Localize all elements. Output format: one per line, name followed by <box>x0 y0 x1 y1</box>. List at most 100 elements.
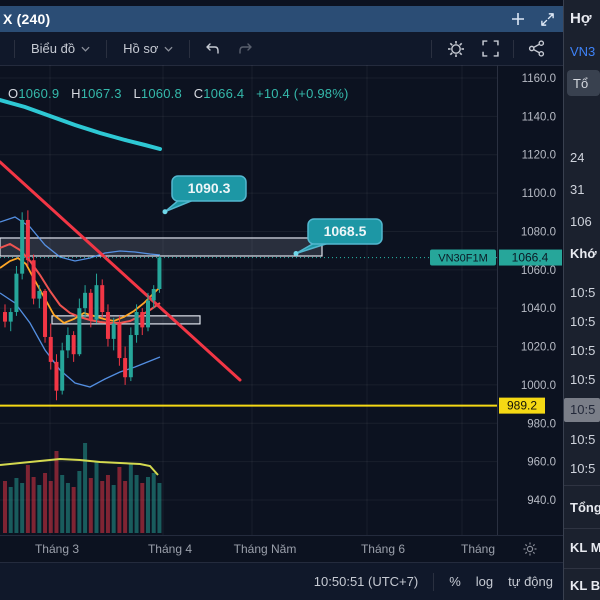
order-panel: Hợ VN3 Tổ 24 31 106 Khớ 10:5 10:5 10:5 1… <box>563 0 600 600</box>
menu-chart[interactable]: Biểu đồ <box>21 36 100 61</box>
candle-body <box>43 290 48 337</box>
panel-divider <box>564 485 600 486</box>
volume-bar <box>83 443 88 533</box>
candle-body <box>111 323 116 339</box>
plus-icon[interactable] <box>510 11 526 27</box>
auto-scale-button[interactable]: tự động <box>508 574 553 589</box>
menu-profile[interactable]: Hồ sơ <box>113 36 183 61</box>
volume-bar <box>65 483 70 533</box>
candle-body <box>128 335 133 378</box>
stat-value: 106 <box>570 214 592 229</box>
volume-bar <box>3 481 7 533</box>
clock-display[interactable]: 10:50:51 (UTC+7) <box>314 574 418 589</box>
candle-body <box>60 350 65 391</box>
fullscreen-icon[interactable] <box>474 36 507 61</box>
candle-body <box>14 273 19 313</box>
candle-body <box>117 323 122 359</box>
change-value: +10.4 (+0.98%) <box>256 86 349 101</box>
expand-icon[interactable] <box>540 12 555 27</box>
gear-icon[interactable] <box>438 35 474 63</box>
price-tick-label: 1080.0 <box>521 226 556 238</box>
candle-body <box>157 257 162 289</box>
volume-bar <box>14 478 19 533</box>
month-tick-label: Tháng <box>460 542 496 556</box>
chart-title: X (240) <box>3 11 51 27</box>
close-value: 1066.4 <box>203 86 245 101</box>
candle-body <box>8 312 13 322</box>
volume-bar <box>43 473 48 533</box>
candle-body <box>25 219 30 261</box>
high-label: H <box>71 86 81 101</box>
trade-time-row[interactable]: 10:5 <box>564 310 600 334</box>
candle-body <box>48 336 53 362</box>
candle-body <box>3 312 7 322</box>
percent-scale-button[interactable]: % <box>449 574 461 589</box>
candle-body <box>83 292 88 309</box>
volume-bar <box>20 483 25 533</box>
volume-bar <box>77 471 82 533</box>
chart-footer-bar: 10:50:51 (UTC+7) % log tự động <box>0 562 563 600</box>
volume-bar <box>54 451 59 533</box>
volume-bar <box>146 477 150 533</box>
volume-bar <box>25 465 30 533</box>
candle-body <box>77 308 82 355</box>
undo-icon[interactable] <box>196 38 229 60</box>
candle-body <box>31 260 36 299</box>
candle-body <box>123 358 128 378</box>
price-callout[interactable]: 1090.3 <box>162 175 247 215</box>
month-tick-label: Tháng 4 <box>147 542 193 556</box>
toolbar-separator <box>513 39 514 58</box>
footer-separator <box>433 572 435 591</box>
yellow-level-value: 989.2 <box>507 399 537 413</box>
volume-bar <box>94 461 99 533</box>
volume-bar <box>88 478 93 533</box>
total-label: Tổng <box>570 500 600 515</box>
chevron-down-icon <box>81 46 90 52</box>
log-scale-button[interactable]: log <box>476 574 493 589</box>
buy-volume-label: KL M <box>570 540 600 555</box>
volume-bar <box>111 485 116 533</box>
price-tick-label: 960.0 <box>527 457 556 469</box>
teal-ma-line <box>0 98 162 151</box>
time-axis[interactable]: Tháng 3 Tháng 4 Tháng Năm Tháng 6 Tháng <box>0 535 563 563</box>
trade-time-row[interactable]: 10:5 <box>564 428 600 452</box>
open-label: O <box>8 86 19 101</box>
chart-title-bar: X (240) <box>0 6 563 32</box>
month-tick-label: Tháng 3 <box>34 542 80 556</box>
trade-time-row[interactable]: 10:5 <box>564 457 600 481</box>
share-icon[interactable] <box>520 36 553 61</box>
price-tick-label: 1040.0 <box>521 303 556 315</box>
volume-bar <box>31 477 36 533</box>
panel-symbol-link[interactable]: VN3 <box>570 44 595 59</box>
candle-body <box>151 289 156 301</box>
open-value: 1060.9 <box>18 86 60 101</box>
candle-body <box>54 361 59 391</box>
trade-time-row[interactable]: 10:5 <box>564 339 600 363</box>
redo-icon[interactable] <box>229 38 262 60</box>
panel-divider <box>564 528 600 529</box>
low-value: 1060.8 <box>140 86 182 101</box>
toolbar-separator <box>189 39 191 58</box>
volume-bar <box>123 481 128 533</box>
trade-time-row[interactable]: 10:5 <box>564 398 600 422</box>
overview-tab-button[interactable]: Tổ <box>567 70 600 96</box>
price-tick-label: 1060.0 <box>521 265 556 277</box>
panel-divider <box>564 568 600 569</box>
chart-canvas[interactable]: 1160.0 1140.0 1120.0 1100.0 1080.0 1060.0 1040… <box>0 65 563 535</box>
axis-settings-icon[interactable] <box>522 541 538 562</box>
price-tick-label: 980.0 <box>527 418 556 430</box>
volume-bar <box>105 475 110 533</box>
chevron-down-icon <box>164 46 173 52</box>
svg-text:1090.3: 1090.3 <box>188 180 231 196</box>
candle-body <box>94 285 99 320</box>
price-tick-label: 1120.0 <box>522 150 556 162</box>
trade-time-row[interactable]: 10:5 <box>564 281 600 305</box>
month-tick-label: Tháng Năm <box>233 542 297 556</box>
volume-bar <box>140 483 145 533</box>
ohlc-legend: O1060.9 H1067.3 L1060.8 C1066.4 +10.4 (+… <box>8 86 348 101</box>
toolbar-separator <box>14 39 15 58</box>
volume-bar <box>60 475 65 533</box>
menu-profile-label: Hồ sơ <box>123 41 159 56</box>
trade-time-row[interactable]: 10:5 <box>564 368 600 392</box>
trading-app-window: X (240) Biểu đồ Hồ sơ 1160.0 1140.0 1120… <box>0 0 600 600</box>
